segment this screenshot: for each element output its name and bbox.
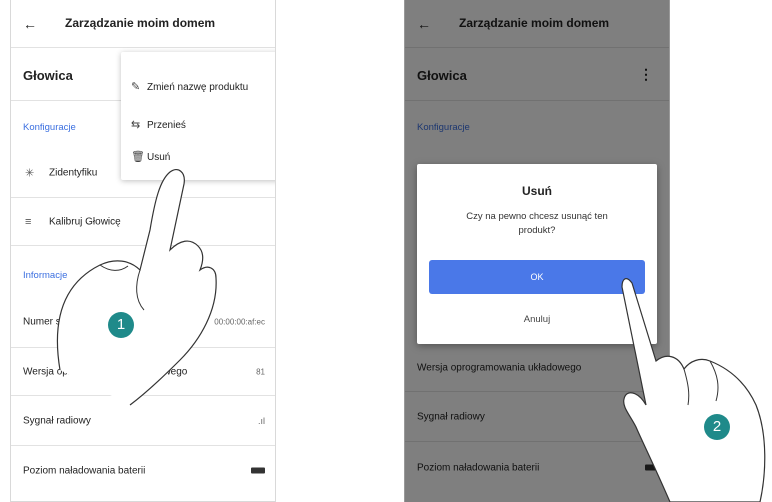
dialog-message: Czy na pewno chcesz usunąć ten produkt? [466,211,608,236]
sliders-icon: ≡ [25,215,32,228]
arrow-left-icon[interactable]: ← [23,16,37,32]
signal-strength-icon: .ıl [257,415,265,426]
step-badge-2: 2 [704,414,730,440]
menu-item-move[interactable]: ⇆ Przenieś [131,118,186,131]
pointing-hand-icon [56,169,217,406]
signal-label: Sygnał radiowy [23,415,91,426]
dialog-title: Usuń [522,184,552,198]
bulb-icon: ✳ [25,167,35,179]
battery-label: Poziom naładowania baterii [23,465,146,477]
pencil-icon: ✎ [131,81,141,93]
app-bar: ← Zarządzanie moim domem [11,0,275,48]
battery-icon [251,467,265,476]
menu-item-rename[interactable]: ✎ Zmień nazwę produktu [131,80,248,93]
product-title: Głowica [23,68,73,83]
menu-item-rename-label: Zmień nazwę produktu [147,82,249,93]
battery-row: Poziom naładowania baterii [11,446,275,496]
move-arrows-icon: ⇆ [131,119,141,131]
firmware-value: 81 [256,367,265,376]
step-badge-1: 1 [108,312,134,338]
section-config-label: Konfiguracje [23,122,76,133]
menu-item-move-label: Przenieś [147,120,186,131]
pointing-hand-icon [621,278,766,502]
app-bar-title: Zarządzanie moim domem [65,16,216,30]
